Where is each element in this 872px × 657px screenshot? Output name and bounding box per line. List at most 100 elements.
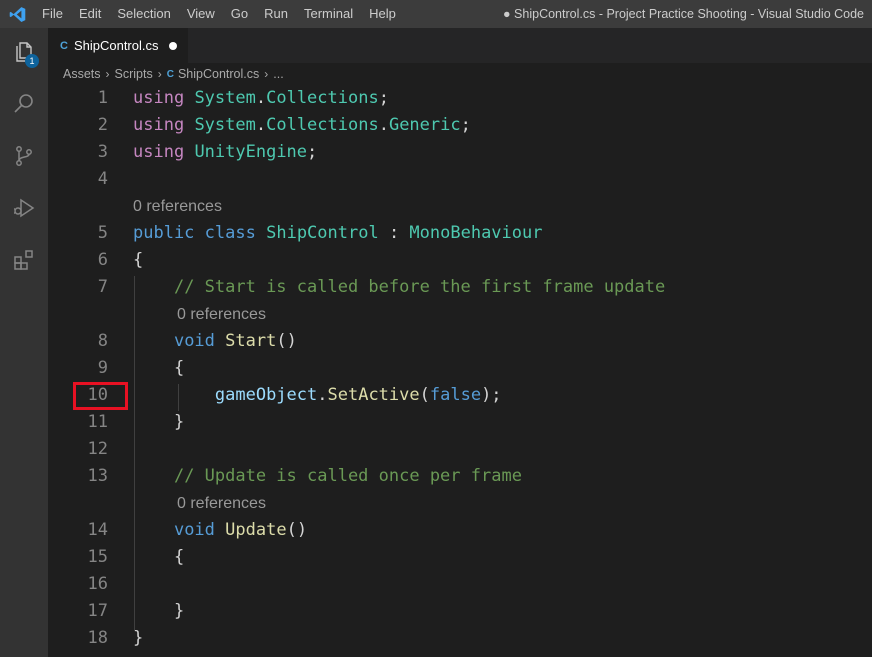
extensions-icon[interactable] xyxy=(0,236,48,284)
line-number: 17 xyxy=(87,601,108,621)
tab-shipcontrol[interactable]: C ShipControl.cs xyxy=(48,28,188,63)
code-line[interactable]: 9 { xyxy=(48,355,872,382)
code-token: Generic xyxy=(388,115,461,135)
code-token: . xyxy=(255,115,267,135)
code-line[interactable]: 17 } xyxy=(48,598,872,625)
code-token: ; xyxy=(307,142,318,162)
menu-edit[interactable]: Edit xyxy=(71,0,109,28)
menu-go[interactable]: Go xyxy=(223,0,256,28)
vscode-logo-icon xyxy=(0,0,34,28)
line-number: 11 xyxy=(87,412,108,432)
code-text: } xyxy=(133,409,184,436)
line-number: 9 xyxy=(97,358,108,378)
code-token: // Update is called once per frame xyxy=(173,466,522,486)
code-token: System xyxy=(194,115,256,135)
code-text: { xyxy=(133,544,184,571)
code-line[interactable]: 12 xyxy=(48,436,872,463)
breadcrumb-more[interactable]: ... xyxy=(273,67,283,81)
chevron-right-icon: › xyxy=(157,67,162,81)
code-text: using UnityEngine; xyxy=(133,139,317,166)
code-text: void Update() xyxy=(133,517,307,544)
window-title: ● ShipControl.cs - Project Practice Shoo… xyxy=(503,7,864,21)
title-bar: File Edit Selection View Go Run Terminal Help ●… xyxy=(0,0,872,28)
line-number: 8 xyxy=(97,331,108,351)
code-line[interactable]: 5 public class ShipControl : MonoBehaviou… xyxy=(48,220,872,247)
search-icon[interactable] xyxy=(0,80,48,128)
code-token: // Start is called before the first fram… xyxy=(173,277,666,297)
code-token: ; xyxy=(460,115,471,135)
code-line[interactable]: 2 using System.Collections.Generic; xyxy=(48,112,872,139)
menu-file[interactable]: File xyxy=(34,0,71,28)
code-token: } xyxy=(133,601,185,621)
code-token: System xyxy=(194,88,256,108)
explorer-icon[interactable]: 1 xyxy=(0,28,48,76)
code-token: : xyxy=(378,223,410,243)
tab-bar: C ShipControl.cs xyxy=(48,28,872,63)
line-number: 16 xyxy=(87,574,108,594)
line-number: 4 xyxy=(97,169,108,189)
line-number: 3 xyxy=(97,142,108,162)
code-text: } xyxy=(133,598,184,625)
code-token: false xyxy=(429,385,482,405)
code-token: SetActive xyxy=(327,385,420,405)
code-text: public class ShipControl : MonoBehaviour xyxy=(133,220,542,247)
code-token: Collections xyxy=(266,115,379,135)
menu-view[interactable]: View xyxy=(179,0,223,28)
code-text: { xyxy=(133,247,143,274)
breadcrumb-scripts[interactable]: Scripts xyxy=(115,67,153,81)
code-line[interactable]: 3 using UnityEngine; xyxy=(48,139,872,166)
line-number: 15 xyxy=(87,547,108,567)
menu-bar: File Edit Selection View Go Run Terminal Help xyxy=(34,0,404,28)
line-number: 6 xyxy=(97,250,108,270)
menu-terminal[interactable]: Terminal xyxy=(296,0,361,28)
source-control-icon[interactable] xyxy=(0,132,48,180)
code-line[interactable]: 4 xyxy=(48,166,872,193)
code-token: MonoBehaviour xyxy=(409,223,543,243)
code-token: () xyxy=(286,520,308,540)
explorer-badge: 1 xyxy=(25,54,39,68)
menu-run[interactable]: Run xyxy=(256,0,296,28)
code-line[interactable]: 10 gameObject.SetActive(false); xyxy=(48,382,872,409)
code-text: } xyxy=(133,625,143,652)
menu-help[interactable]: Help xyxy=(361,0,404,28)
breadcrumb-file[interactable]: ShipControl.cs xyxy=(178,67,259,81)
code-line[interactable]: 1 using System.Collections; xyxy=(48,85,872,112)
code-line[interactable]: 7 // Start is called before the first fr… xyxy=(48,274,872,301)
code-line[interactable]: 16 xyxy=(48,571,872,598)
code-token: using xyxy=(133,88,185,108)
run-debug-icon[interactable] xyxy=(0,184,48,232)
codelens-references[interactable]: 0 references xyxy=(177,301,266,328)
code-line[interactable]: 6{ xyxy=(48,247,872,274)
code-line[interactable]: 11 } xyxy=(48,409,872,436)
line-number: 13 xyxy=(87,466,108,486)
line-number-highlight xyxy=(73,382,128,410)
code-line[interactable]: 8 void Start() xyxy=(48,328,872,355)
code-line[interactable]: 14 void Update() xyxy=(48,517,872,544)
codelens-references[interactable]: 0 references xyxy=(177,490,266,517)
unsaved-dot-icon[interactable] xyxy=(168,41,177,50)
menu-selection[interactable]: Selection xyxy=(109,0,178,28)
code-line[interactable]: 15 { xyxy=(48,544,872,571)
codelens-references[interactable]: 0 references xyxy=(133,193,222,220)
code-editor[interactable]: 0 references 0 references 0 references 1… xyxy=(48,85,872,657)
chevron-right-icon: › xyxy=(105,67,110,81)
code-token: class xyxy=(204,223,256,243)
breadcrumb-assets[interactable]: Assets xyxy=(63,67,101,81)
code-token: ShipControl xyxy=(266,223,379,243)
code-text: gameObject.SetActive(false); xyxy=(133,382,502,409)
code-token: } xyxy=(133,412,185,432)
code-token: void xyxy=(173,331,215,351)
code-line[interactable]: 18} xyxy=(48,625,872,652)
code-line[interactable]: 13 // Update is called once per frame xyxy=(48,463,872,490)
tab-label: ShipControl.cs xyxy=(73,38,159,53)
activity-bar: 1 xyxy=(0,28,48,657)
